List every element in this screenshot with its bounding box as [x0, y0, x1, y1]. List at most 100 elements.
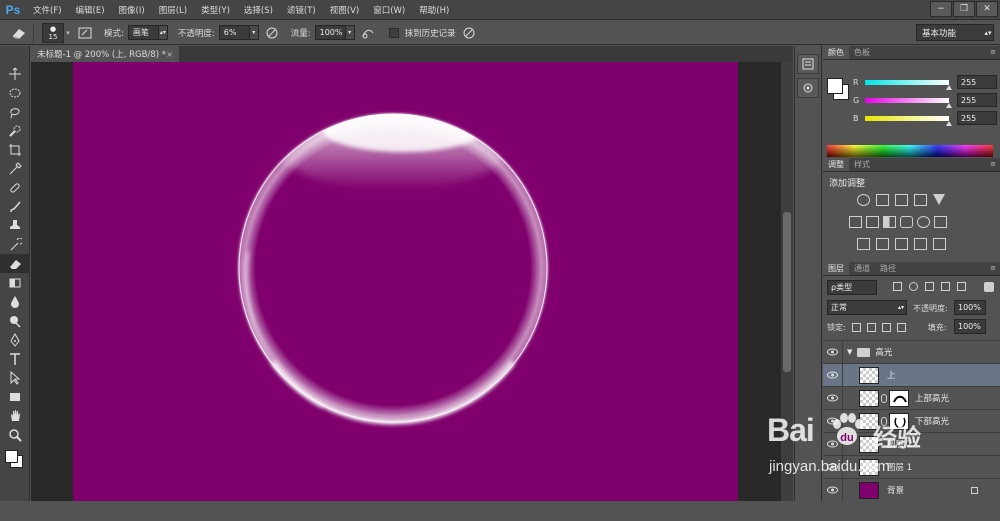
history-panel-button[interactable] — [797, 54, 819, 74]
restore-button[interactable]: ❐ — [953, 1, 975, 17]
marquee-tool[interactable] — [0, 83, 30, 102]
close-icon[interactable]: × — [166, 50, 173, 59]
zoom-tool[interactable] — [0, 425, 30, 444]
curves-icon[interactable] — [895, 194, 908, 206]
menu-type[interactable]: 类型(Y) — [194, 4, 237, 16]
minimize-button[interactable]: − — [930, 1, 952, 17]
chevron-down-icon[interactable]: ▾ — [64, 23, 72, 43]
layer-row[interactable]: 下部高光 — [823, 409, 1000, 433]
red-value-input[interactable]: 255 — [957, 75, 997, 89]
layer-row[interactable]: 图层 2 — [823, 432, 1000, 456]
type-tool[interactable] — [0, 349, 30, 368]
layer-mask-thumbnail[interactable] — [889, 412, 909, 430]
blend-mode-select[interactable]: 正常 ▴▾ — [827, 300, 907, 315]
eye-icon[interactable] — [823, 409, 843, 433]
color-spectrum-ramp[interactable] — [827, 145, 993, 157]
brush-panel-toggle[interactable] — [76, 24, 94, 42]
pressure-size-button[interactable] — [460, 24, 478, 42]
layer-row[interactable]: 上部高光 — [823, 386, 1000, 410]
green-value-input[interactable]: 255 — [957, 93, 997, 107]
menu-image[interactable]: 图像(I) — [112, 4, 152, 16]
eye-icon[interactable] — [823, 340, 843, 364]
flow-input[interactable]: 100% ▾ — [314, 25, 355, 40]
link-icon[interactable] — [881, 416, 887, 426]
eye-icon[interactable] — [823, 386, 843, 410]
dodge-tool[interactable] — [0, 311, 30, 330]
lock-transparent-icon[interactable] — [851, 323, 861, 332]
link-icon[interactable] — [881, 393, 887, 403]
tool-preset-picker[interactable] — [4, 22, 34, 43]
gradient-map-icon[interactable] — [914, 238, 927, 250]
slider-knob[interactable] — [946, 102, 952, 108]
tab-layers[interactable]: 图层 — [823, 262, 849, 275]
move-tool[interactable] — [0, 64, 30, 83]
vibrance-icon[interactable] — [933, 194, 945, 205]
pixel-filter-icon[interactable] — [893, 282, 902, 291]
hand-tool[interactable] — [0, 406, 30, 425]
history-brush-tool[interactable] — [0, 235, 30, 254]
menu-file[interactable]: 文件(F) — [26, 4, 69, 16]
healing-tool[interactable] — [0, 178, 30, 197]
lock-all-icon[interactable] — [896, 323, 906, 332]
workspace-select[interactable]: 基本功能 ▴▾ — [916, 24, 994, 41]
blur-tool[interactable] — [0, 292, 30, 311]
disclosure-triangle-icon[interactable]: ▼ — [847, 348, 852, 356]
green-slider[interactable] — [865, 97, 952, 108]
eye-icon[interactable] — [823, 432, 843, 456]
selective-color-icon[interactable] — [933, 238, 946, 250]
slider-knob[interactable] — [946, 84, 952, 90]
menu-edit[interactable]: 编辑(E) — [69, 4, 112, 16]
menu-window[interactable]: 窗口(W) — [366, 4, 412, 16]
eraser-tool[interactable] — [0, 254, 30, 273]
shape-filter-icon[interactable] — [941, 282, 950, 291]
foreground-color-swatch[interactable] — [827, 78, 843, 94]
shape-tool[interactable] — [0, 387, 30, 406]
stamp-tool[interactable] — [0, 216, 30, 235]
panel-menu-icon[interactable]: ≡ — [990, 160, 996, 168]
slider-knob[interactable] — [946, 120, 952, 126]
layer-row-group[interactable]: ▼ 高光 — [823, 340, 1000, 364]
layer-row-selected[interactable]: 上 — [823, 363, 1000, 387]
tab-channels[interactable]: 通道 — [849, 262, 875, 275]
pen-tool[interactable] — [0, 330, 30, 349]
document-canvas[interactable] — [73, 62, 738, 501]
smart-object-filter-icon[interactable] — [957, 282, 966, 291]
blue-value-input[interactable]: 255 — [957, 111, 997, 125]
adjustment-filter-icon[interactable] — [909, 282, 918, 291]
brush-tool[interactable] — [0, 197, 30, 216]
eye-icon[interactable] — [823, 455, 843, 479]
tab-swatches[interactable]: 色板 — [849, 46, 875, 59]
properties-panel-button[interactable] — [797, 78, 819, 98]
panel-menu-icon[interactable]: ≡ — [990, 48, 996, 56]
menu-view[interactable]: 视图(V) — [323, 4, 366, 16]
close-button[interactable]: ✕ — [976, 1, 998, 17]
type-filter-icon[interactable] — [925, 282, 934, 291]
black-white-icon[interactable] — [883, 216, 896, 228]
canvas-vertical-scrollbar[interactable] — [781, 62, 793, 501]
color-balance-icon[interactable] — [866, 216, 879, 228]
levels-icon[interactable] — [876, 194, 889, 206]
tab-styles[interactable]: 样式 — [849, 158, 875, 171]
layer-opacity-input[interactable]: 100% — [954, 300, 986, 315]
opacity-input[interactable]: 6% ▾ — [218, 25, 259, 40]
red-slider[interactable] — [865, 79, 952, 90]
gradient-tool[interactable] — [0, 273, 30, 292]
filter-toggle[interactable] — [984, 282, 994, 292]
layer-filter-select[interactable]: ρ类型 — [827, 280, 877, 295]
foreground-color-swatch[interactable] — [5, 450, 18, 463]
fill-input[interactable]: 100% — [954, 319, 986, 334]
tab-paths[interactable]: 路径 — [875, 262, 901, 275]
lock-pixels-icon[interactable] — [866, 323, 876, 332]
brush-size-picker[interactable]: ● 15 — [42, 22, 64, 43]
lasso-tool[interactable] — [0, 102, 30, 121]
menu-filter[interactable]: 滤镜(T) — [280, 4, 323, 16]
layer-mask-thumbnail[interactable] — [889, 389, 909, 407]
eye-icon[interactable] — [823, 363, 843, 387]
mode-select[interactable]: 画笔 ▴▾ — [127, 25, 168, 40]
exposure-icon[interactable] — [914, 194, 927, 206]
layer-row[interactable]: 图层 1 — [823, 455, 1000, 479]
lock-position-icon[interactable] — [881, 323, 891, 332]
blue-slider[interactable] — [865, 115, 952, 126]
menu-help[interactable]: 帮助(H) — [412, 4, 456, 16]
hue-saturation-icon[interactable] — [849, 216, 862, 228]
